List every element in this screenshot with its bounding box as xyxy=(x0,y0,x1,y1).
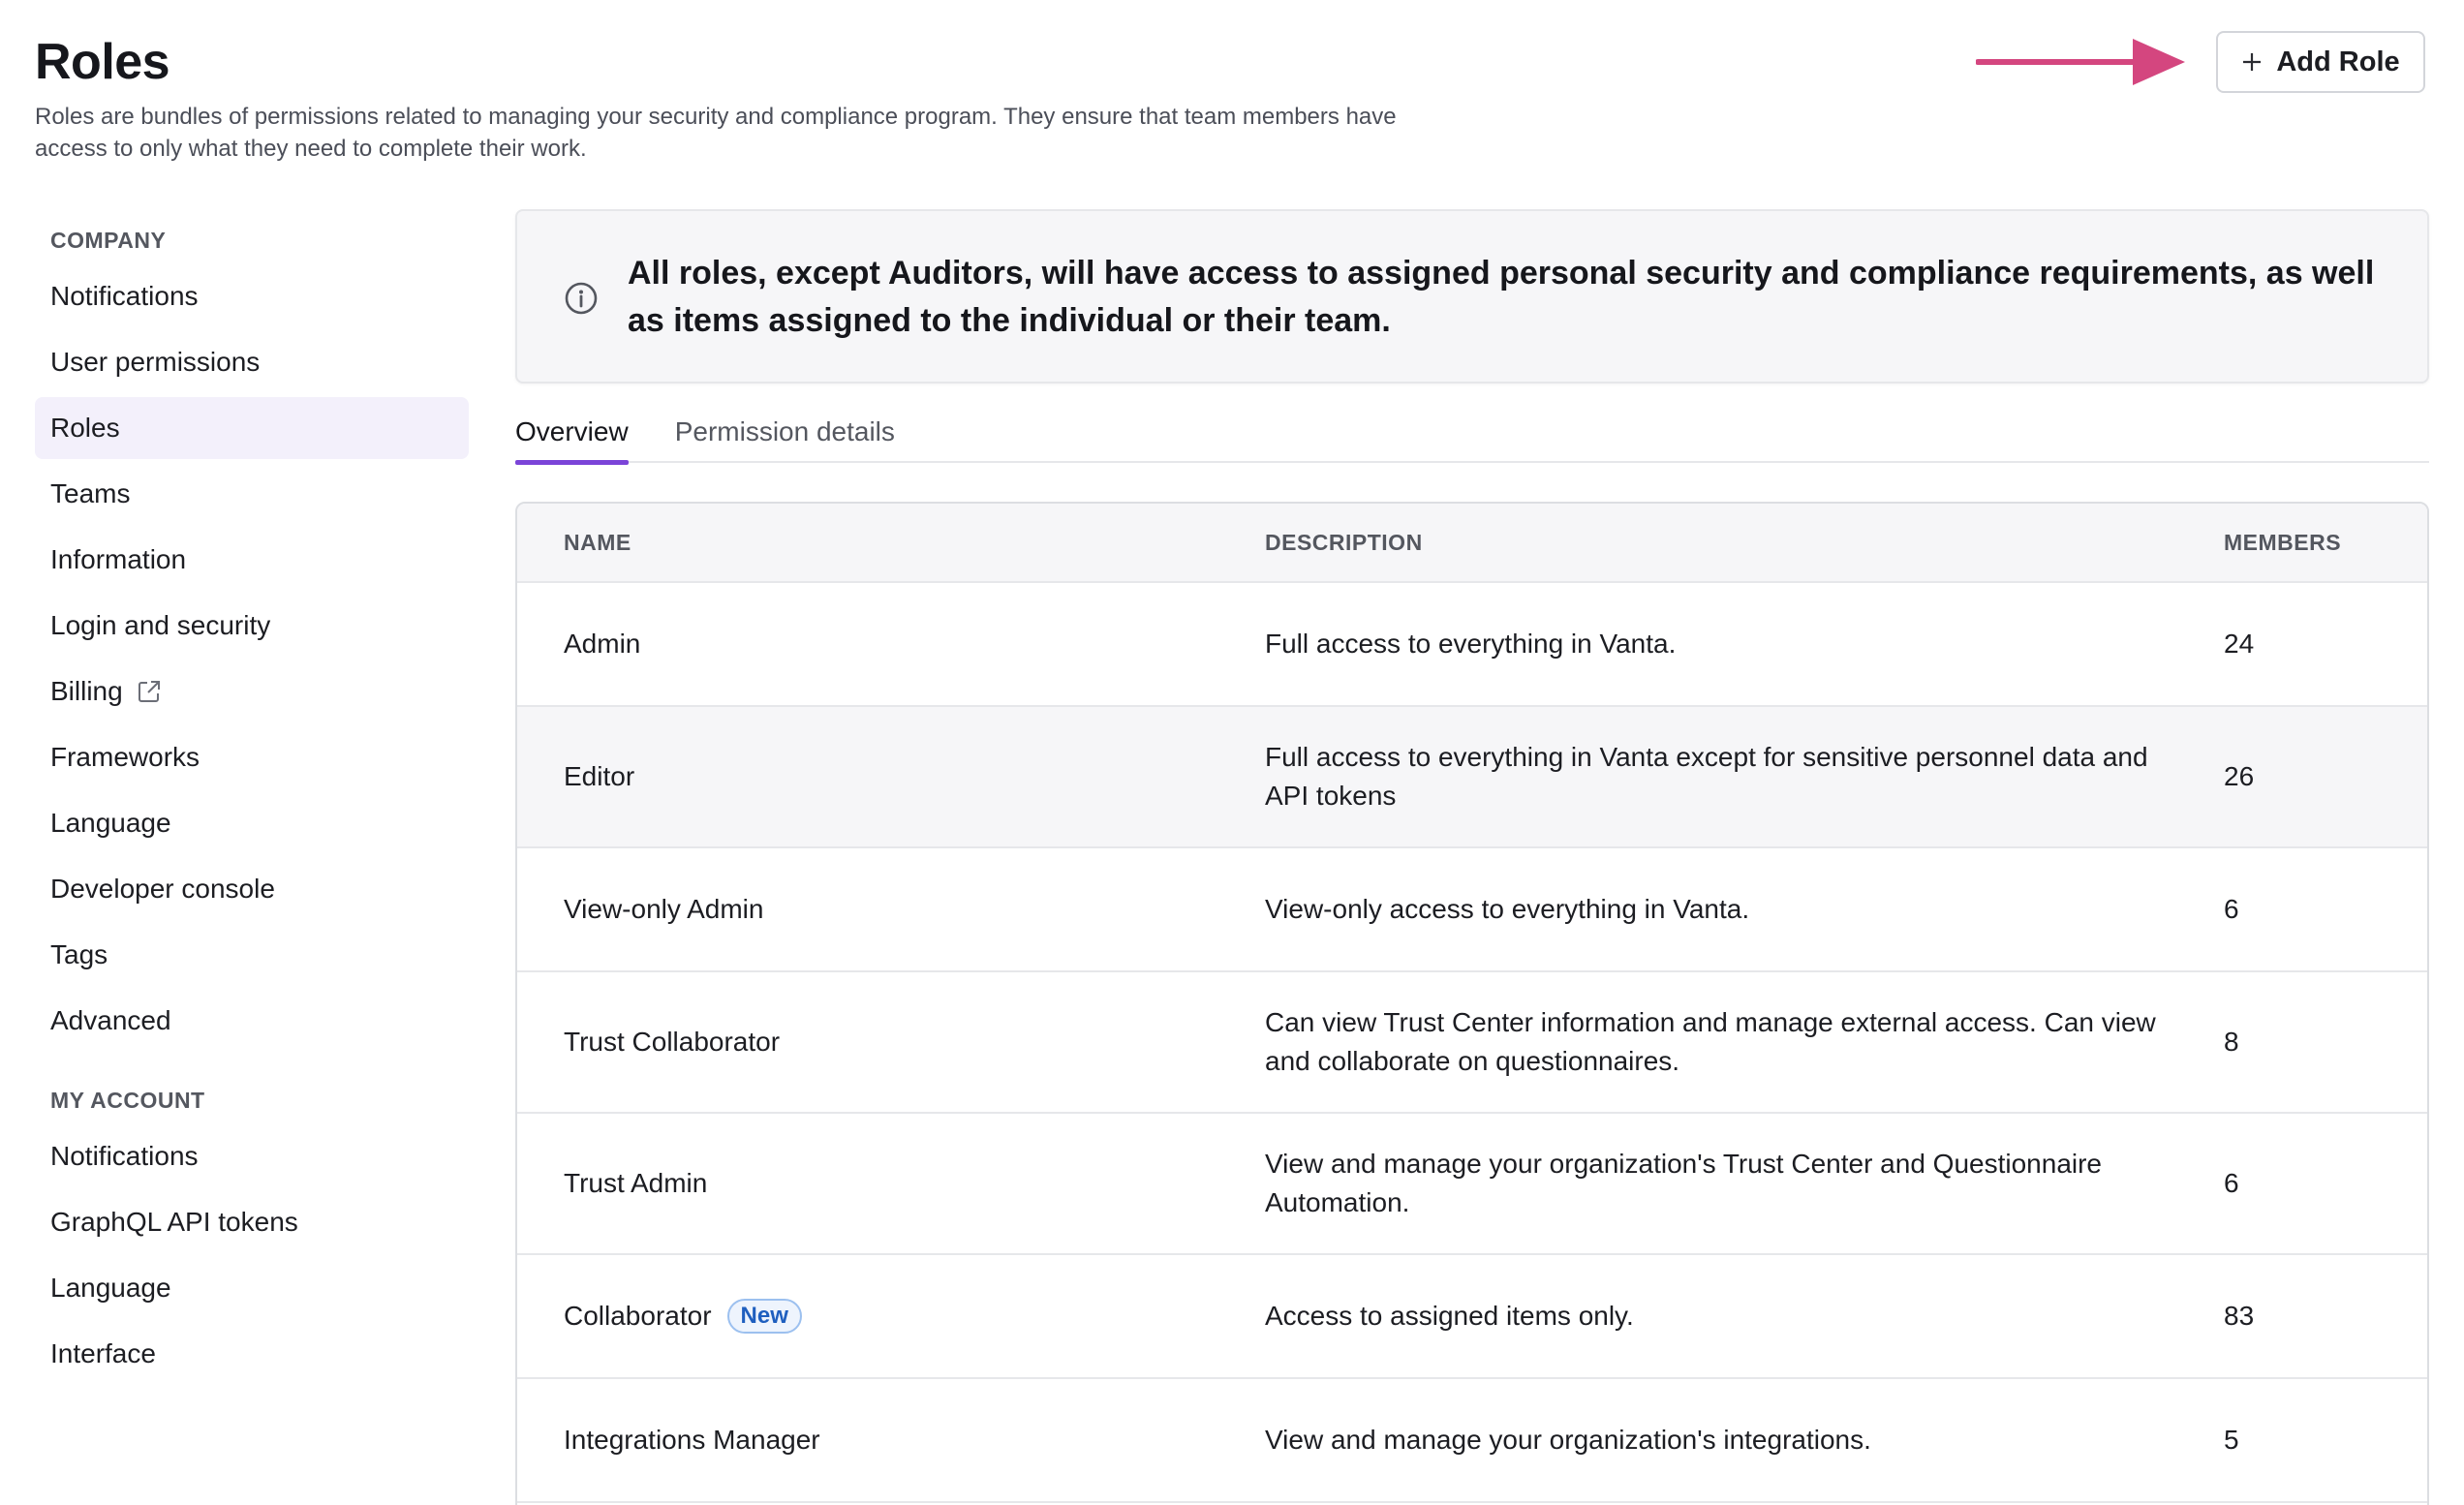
new-badge: New xyxy=(726,1299,802,1334)
sidebar-item-graphql-api-tokens[interactable]: GraphQL API tokens xyxy=(35,1191,469,1253)
table-row[interactable]: Trust Admin View and manage your organiz… xyxy=(517,1114,2427,1255)
info-icon xyxy=(565,282,598,315)
role-description: Can view Trust Center information and ma… xyxy=(1265,1007,2156,1076)
roles-table: NAME DESCRIPTION MEMBERS Admin Full acce… xyxy=(515,502,2429,1505)
role-members-count: 83 xyxy=(2224,1301,2255,1331)
plus-icon xyxy=(2243,53,2262,71)
sidebar-item-billing[interactable]: Billing xyxy=(35,660,469,722)
sidebar-item-developer-console[interactable]: Developer console xyxy=(35,858,469,920)
role-description: View and manage your organization's inte… xyxy=(1265,1425,1871,1455)
table-header: NAME DESCRIPTION MEMBERS xyxy=(517,504,2427,583)
sidebar-item-information[interactable]: Information xyxy=(35,529,469,591)
external-link-icon xyxy=(138,681,160,702)
role-members-count: 8 xyxy=(2224,1027,2239,1057)
sidebar-item-label: Information xyxy=(50,544,187,574)
table-row[interactable]: Collaborator New Access to assigned item… xyxy=(517,1255,2427,1379)
role-description: Access to assigned items only. xyxy=(1265,1301,1634,1331)
sidebar-item-label: Interface xyxy=(50,1338,156,1368)
sidebar-section-my-account: MY ACCOUNT xyxy=(50,1088,205,1113)
column-header-description: DESCRIPTION xyxy=(1265,529,1423,555)
page-subtitle: Roles are bundles of permissions related… xyxy=(35,104,1397,162)
table-row[interactable]: View-only Admin View-only access to ever… xyxy=(517,848,2427,972)
sidebar-item-notifications[interactable]: Notifications xyxy=(35,265,469,327)
column-header-name[interactable]: NAME xyxy=(564,530,631,556)
role-members-count: 5 xyxy=(2224,1425,2239,1455)
roles-tabs: Overview Permission details xyxy=(515,407,2429,465)
sidebar-item-teams[interactable]: Teams xyxy=(35,463,469,525)
role-members-count: 6 xyxy=(2224,894,2239,924)
sidebar-section-company: COMPANY xyxy=(50,228,167,253)
role-description: Full access to everything in Vanta excep… xyxy=(1265,742,2148,811)
role-name: Editor xyxy=(564,761,635,791)
sidebar-item-language[interactable]: Language xyxy=(35,792,469,854)
sidebar-item-account-notifications[interactable]: Notifications xyxy=(35,1125,469,1187)
arrow-annotation-icon xyxy=(1976,39,2185,85)
role-name: Collaborator xyxy=(564,1301,712,1331)
settings-sidebar: COMPANY Notifications User permissions R… xyxy=(35,219,469,1385)
sidebar-item-label: Billing xyxy=(50,676,123,706)
sidebar-item-label: Notifications xyxy=(50,281,199,311)
table-row[interactable]: Integrations Manager View and manage you… xyxy=(517,1379,2427,1503)
sidebar-item-label: Notifications xyxy=(50,1141,199,1171)
sidebar-item-label: Teams xyxy=(50,478,131,508)
tab-permission-details[interactable]: Permission details xyxy=(675,407,895,463)
role-members-count: 24 xyxy=(2224,629,2255,659)
sidebar-item-tags[interactable]: Tags xyxy=(35,924,469,986)
sidebar-item-label: Advanced xyxy=(50,1005,171,1035)
table-row[interactable]: Admin Full access to everything in Vanta… xyxy=(517,583,2427,707)
page-title: Roles xyxy=(35,34,170,90)
sidebar-item-label: Frameworks xyxy=(50,742,200,772)
table-row[interactable]: Editor Full access to everything in Vant… xyxy=(517,707,2427,848)
sidebar-item-label: Roles xyxy=(50,413,120,443)
sidebar-section-gap xyxy=(35,1052,469,1079)
sidebar-item-label: GraphQL API tokens xyxy=(50,1207,298,1237)
sidebar-item-label: Language xyxy=(50,1273,171,1303)
role-name-cell: Collaborator New xyxy=(564,1297,802,1336)
role-name: Trust Admin xyxy=(564,1168,708,1198)
sidebar-item-frameworks[interactable]: Frameworks xyxy=(35,726,469,788)
sidebar-item-label: Login and security xyxy=(50,610,271,640)
role-name: Admin xyxy=(564,629,641,659)
sidebar-item-label: Language xyxy=(50,808,171,838)
sidebar-item-label: Tags xyxy=(50,939,108,969)
sidebar-item-interface[interactable]: Interface xyxy=(35,1323,469,1385)
roles-settings-page: Roles Roles are bundles of permissions r… xyxy=(0,0,2464,1505)
role-description: View-only access to everything in Vanta. xyxy=(1265,894,1750,924)
role-name: Trust Collaborator xyxy=(564,1027,781,1057)
role-description: Full access to everything in Vanta. xyxy=(1265,629,1677,659)
column-header-members[interactable]: MEMBERS xyxy=(2224,530,2341,556)
tab-overview[interactable]: Overview xyxy=(515,407,629,465)
role-description: View and manage your organization's Trus… xyxy=(1265,1149,2103,1217)
role-members-count: 6 xyxy=(2224,1168,2239,1198)
role-members-count: 26 xyxy=(2224,761,2255,791)
role-name: View-only Admin xyxy=(564,894,764,924)
role-name: Integrations Manager xyxy=(564,1425,820,1455)
sidebar-item-label: User permissions xyxy=(50,347,261,377)
sidebar-item-roles[interactable]: Roles xyxy=(35,397,469,459)
add-role-label: Add Role xyxy=(2276,46,2400,77)
add-role-button[interactable]: Add Role xyxy=(2216,31,2425,93)
sidebar-item-advanced[interactable]: Advanced xyxy=(35,990,469,1052)
sidebar-item-account-language[interactable]: Language xyxy=(35,1257,469,1319)
table-row[interactable]: Trust Collaborator Can view Trust Center… xyxy=(517,972,2427,1114)
info-banner-text: All roles, except Auditors, will have ac… xyxy=(628,255,2375,339)
sidebar-item-user-permissions[interactable]: User permissions xyxy=(35,331,469,393)
info-banner: All roles, except Auditors, will have ac… xyxy=(515,209,2429,384)
sidebar-item-login-and-security[interactable]: Login and security xyxy=(35,595,469,657)
sidebar-item-label: Developer console xyxy=(50,874,275,904)
